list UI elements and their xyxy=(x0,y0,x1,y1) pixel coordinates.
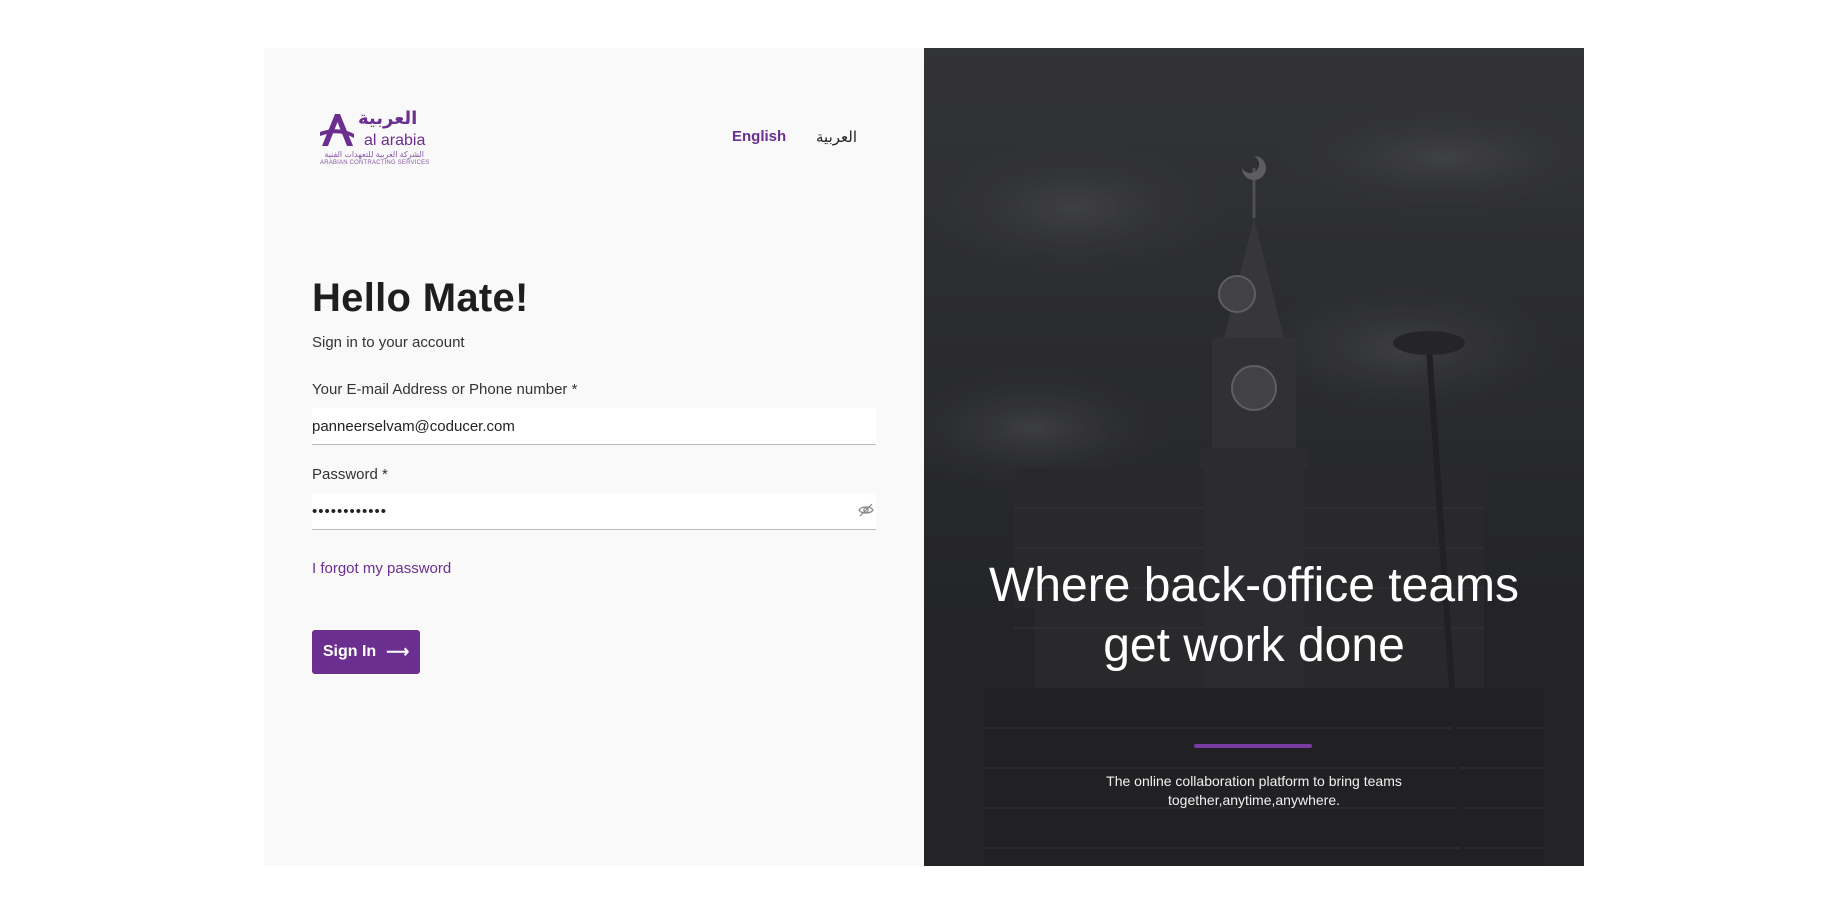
hero-headline: Where back-office teams get work done xyxy=(989,559,1519,672)
hero-accent-divider xyxy=(1194,744,1312,748)
sign-in-button[interactable]: Sign In ⟶ xyxy=(312,630,420,674)
password-field-wrapper xyxy=(312,493,876,530)
logo-english-subtitle: ARABIAN CONTRACTING SERVICES xyxy=(320,160,430,166)
forgot-password-link[interactable]: I forgot my password xyxy=(312,560,451,577)
arrow-right-icon: ⟶ xyxy=(386,644,410,661)
login-card: العربية al arabia الشركة العربية للتعهدا… xyxy=(264,48,1584,866)
logo-english-name: al arabia xyxy=(364,132,426,149)
email-field-wrapper xyxy=(312,408,876,445)
email-field[interactable] xyxy=(312,408,832,444)
password-field[interactable] xyxy=(312,493,832,529)
email-label: Your E-mail Address or Phone number * xyxy=(312,381,578,398)
login-panel: العربية al arabia الشركة العربية للتعهدا… xyxy=(264,48,924,866)
language-arabic-link[interactable]: العربية xyxy=(816,128,857,146)
page-title: Hello Mate! xyxy=(312,276,529,320)
letter-a-logo-icon xyxy=(320,114,354,146)
hero-tagline: The online collaboration platform to bri… xyxy=(1106,773,1402,808)
sign-in-label: Sign In xyxy=(322,643,377,660)
logo-arabic-subtitle: الشركة العربية للتعهدات الفنية xyxy=(324,150,424,159)
language-english-link[interactable]: English xyxy=(732,128,786,145)
company-logo: العربية al arabia الشركة العربية للتعهدا… xyxy=(318,108,430,170)
hero-panel: Where back-office teams get work done Th… xyxy=(924,48,1584,866)
logo-arabic-name: العربية xyxy=(358,108,418,129)
password-label: Password * xyxy=(312,466,388,483)
eye-off-icon[interactable] xyxy=(858,503,874,517)
page-subtitle: Sign in to your account xyxy=(312,334,465,351)
